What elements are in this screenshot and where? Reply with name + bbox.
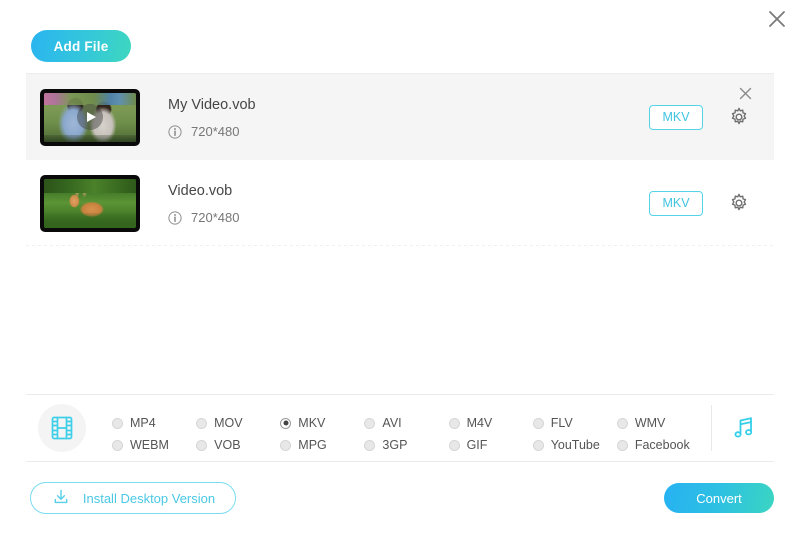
format-option-label: MKV — [298, 416, 326, 430]
format-option-mp4[interactable]: MP4 — [112, 412, 196, 434]
table-row[interactable]: Video.vob 720*480 MKV — [26, 160, 774, 246]
format-option-vob[interactable]: VOB — [196, 434, 280, 456]
file-info: Video.vob 720*480 — [168, 182, 649, 225]
radio-dot — [112, 417, 123, 429]
radio-dot — [280, 439, 292, 451]
format-option-facebook[interactable]: Facebook — [616, 434, 701, 456]
format-option-m4v[interactable]: M4V — [448, 412, 533, 434]
add-file-area: Add File — [31, 30, 131, 62]
thumbnail-image — [44, 178, 136, 228]
radio-dot — [616, 439, 628, 451]
file-resolution: 720*480 — [191, 209, 240, 225]
close-icon[interactable] — [762, 4, 792, 34]
info-icon — [168, 210, 182, 225]
output-format-button[interactable]: MKV — [649, 190, 703, 216]
radio-dot — [196, 417, 208, 429]
format-option-label: GIF — [466, 438, 488, 452]
radio-dot — [448, 417, 460, 429]
film-strip-icon[interactable] — [38, 404, 86, 452]
format-option-label: WEBM — [130, 438, 169, 452]
format-panel: MP4 MOV MKV AVI M4V FLV WMV WEBM VOB MPG… — [26, 394, 774, 462]
format-option-3gp[interactable]: 3GP — [364, 434, 448, 456]
install-button-label: Install Desktop Version — [82, 490, 216, 506]
file-name: Video.vob — [168, 182, 233, 199]
radio-dot — [196, 439, 208, 451]
info-icon — [168, 124, 182, 139]
convert-button[interactable]: Convert — [664, 483, 774, 513]
format-option-flv[interactable]: FLV — [532, 412, 617, 434]
play-triangle — [87, 112, 96, 122]
format-option-label: VOB — [214, 438, 241, 452]
format-option-mpg[interactable]: MPG — [280, 434, 364, 456]
format-option-label: 3GP — [382, 438, 408, 452]
file-name: My Video.vob — [168, 96, 256, 113]
gear-icon[interactable] — [728, 192, 750, 214]
format-option-wmv[interactable]: WMV — [616, 412, 701, 434]
radio-dot — [364, 439, 376, 451]
app-window: Add File My Video.vob 720*480 MKV Video.… — [0, 0, 800, 544]
radio-dot — [280, 417, 292, 429]
format-option-label: MPG — [298, 438, 327, 452]
file-info: My Video.vob 720*480 — [168, 96, 649, 139]
format-option-mkv[interactable]: MKV — [280, 412, 364, 434]
play-icon[interactable] — [77, 104, 103, 130]
format-option-avi[interactable]: AVI — [364, 412, 448, 434]
radio-dot — [532, 417, 544, 429]
output-format-button[interactable]: MKV — [649, 104, 703, 130]
radio-dot — [112, 439, 123, 451]
table-row[interactable]: My Video.vob 720*480 MKV — [26, 74, 774, 160]
format-option-label: MP4 — [130, 416, 156, 430]
remove-file-icon[interactable] — [737, 85, 754, 102]
format-option-webm[interactable]: WEBM — [112, 434, 196, 456]
download-icon — [51, 487, 71, 510]
format-option-label: AVI — [382, 416, 402, 430]
thumbnail-scene-deer — [44, 178, 136, 228]
gear-icon[interactable] — [728, 106, 750, 128]
radio-dot — [616, 417, 628, 429]
video-thumbnail[interactable] — [40, 174, 140, 232]
format-option-label: Facebook — [634, 438, 690, 452]
file-resolution: 720*480 — [191, 123, 240, 139]
file-resolution-line: 720*480 — [168, 123, 649, 139]
music-note-icon[interactable] — [712, 413, 774, 443]
add-file-button[interactable]: Add File — [31, 30, 131, 62]
file-list: My Video.vob 720*480 MKV Video.vob 720*4… — [26, 73, 774, 388]
format-option-mov[interactable]: MOV — [196, 412, 280, 434]
radio-dot — [532, 439, 544, 451]
format-options: MP4 MOV MKV AVI M4V FLV WMV WEBM VOB MPG… — [112, 395, 701, 461]
format-option-label: MOV — [214, 416, 243, 430]
format-option-youtube[interactable]: YouTube — [532, 434, 617, 456]
install-desktop-version-button[interactable]: Install Desktop Version — [30, 482, 236, 514]
radio-dot — [448, 439, 460, 451]
video-thumbnail[interactable] — [40, 88, 140, 146]
format-option-gif[interactable]: GIF — [448, 434, 533, 456]
format-option-label: M4V — [466, 416, 493, 430]
file-resolution-line: 720*480 — [168, 209, 649, 225]
format-option-label: YouTube — [550, 438, 600, 452]
format-option-label: FLV — [550, 416, 573, 430]
format-option-label: WMV — [634, 416, 666, 430]
radio-dot — [364, 417, 376, 429]
